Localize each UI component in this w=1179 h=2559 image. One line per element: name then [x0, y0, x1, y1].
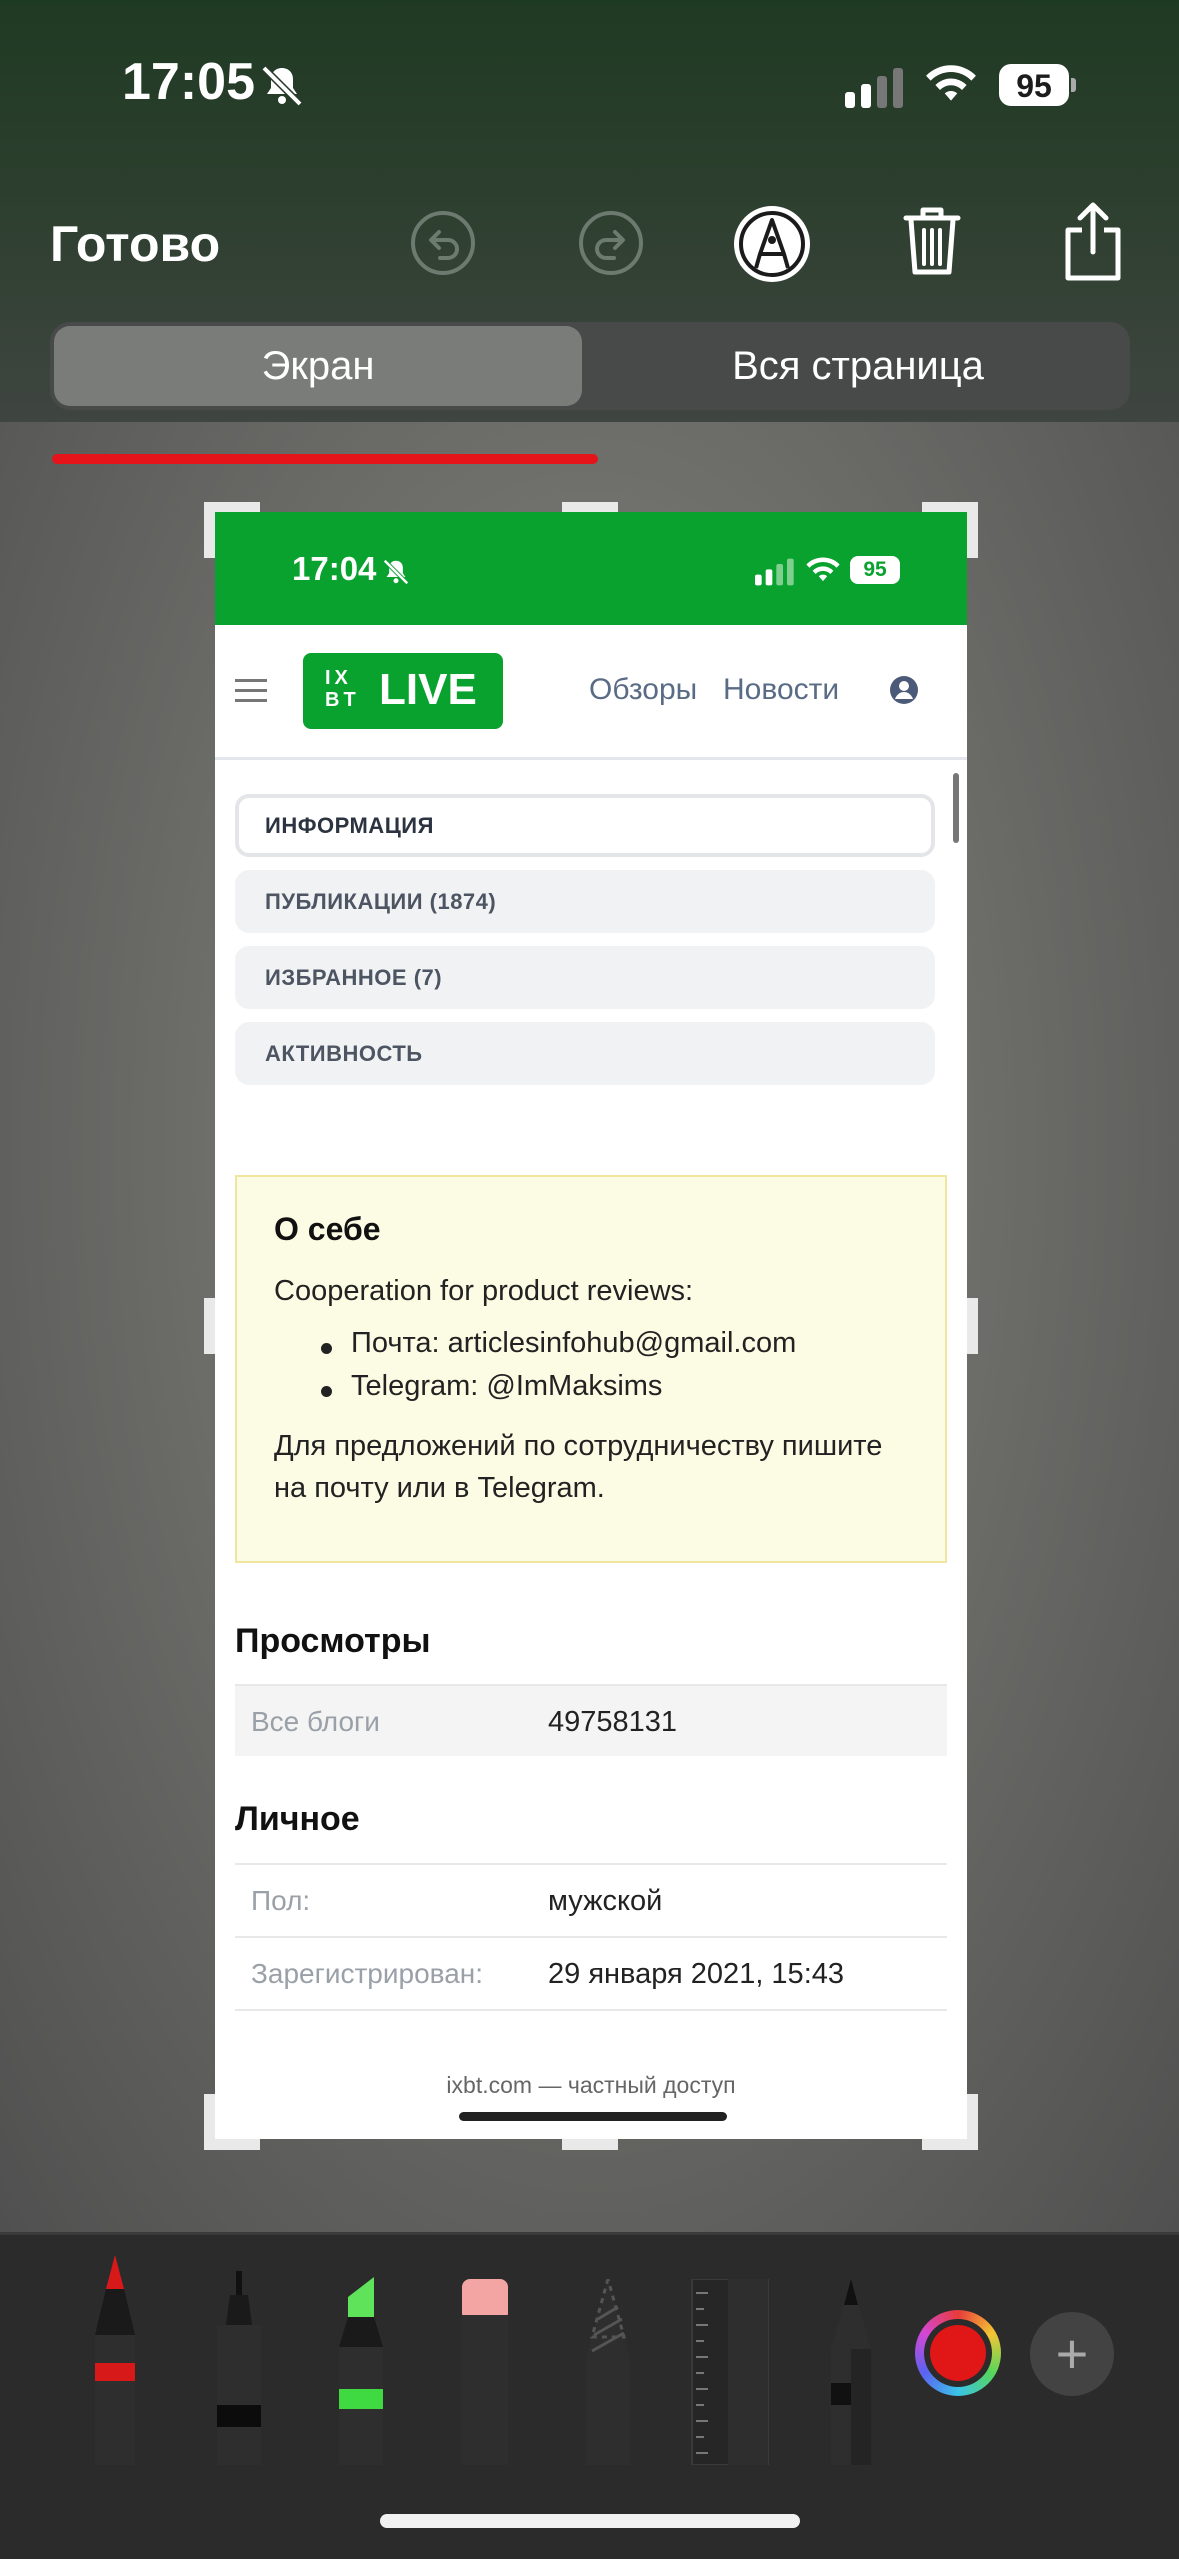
- row-value: 49758131: [548, 1706, 678, 1738]
- done-button[interactable]: Готово: [50, 215, 220, 273]
- row-value: мужской: [548, 1885, 663, 1917]
- tab-activity[interactable]: АКТИВНОСТЬ: [235, 1022, 935, 1085]
- table-row: Зарегистрирован: 29 января 2021, 15:43: [235, 1936, 947, 2008]
- user-account-icon[interactable]: [889, 675, 919, 705]
- personal-section-title: Личное: [235, 1800, 360, 1838]
- views-section-title: Просмотры: [235, 1622, 431, 1660]
- pen-tool-icon[interactable]: [86, 2245, 144, 2465]
- screenshot-preview: 17:04 95 IX BT LIVE Обзоры Новости ИНФОР…: [215, 512, 967, 2139]
- logo-ixbt-text: IX BT: [325, 667, 360, 711]
- crop-handle-bottom-right-v[interactable]: [966, 2094, 978, 2150]
- bullet-icon: [321, 1343, 332, 1354]
- fineliner-tool-icon[interactable]: [212, 2271, 266, 2465]
- table-row: Пол: мужской: [235, 1863, 947, 1935]
- selected-color-swatch: [930, 2325, 986, 2381]
- cellular-signal-icon: [845, 68, 903, 108]
- status-time: 17:05: [122, 53, 255, 111]
- tab-information[interactable]: ИНФОРМАЦИЯ: [235, 794, 935, 857]
- preview-cellular-signal-icon: [755, 558, 794, 586]
- preview-wifi-icon: [806, 557, 840, 582]
- preview-status-bar: 17:04 95: [215, 512, 967, 625]
- eraser-tool-icon[interactable]: [458, 2279, 512, 2465]
- color-picker-button[interactable]: [915, 2310, 1001, 2396]
- segment-screen[interactable]: Экран: [54, 326, 582, 406]
- add-tool-button[interactable]: +: [1030, 2312, 1114, 2396]
- crop-handle-right[interactable]: [966, 1298, 978, 1354]
- site-header: IX BT LIVE Обзоры Новости: [215, 625, 967, 843]
- scrollbar[interactable]: [953, 773, 959, 843]
- undo-icon[interactable]: [410, 210, 476, 276]
- row-value: 29 января 2021, 15:43: [548, 1958, 845, 1990]
- about-intro: Cooperation for product reviews:: [274, 1275, 694, 1307]
- markup-pen-icon[interactable]: [732, 204, 812, 284]
- bell-muted-icon: [261, 65, 303, 107]
- nav-news-link[interactable]: Новости: [723, 673, 839, 707]
- row-label: Все блоги: [251, 1706, 380, 1737]
- battery-level: 95: [1016, 68, 1052, 104]
- lasso-tool-icon[interactable]: [580, 2279, 636, 2465]
- pencil-tool-icon[interactable]: [826, 2279, 876, 2465]
- red-ink-stroke: [52, 454, 598, 464]
- hamburger-menu-icon[interactable]: [235, 678, 267, 704]
- preview-battery-icon: 95: [850, 556, 900, 584]
- row-label: Зарегистрирован:: [251, 1958, 484, 1989]
- preview-home-indicator: [459, 2112, 727, 2121]
- home-indicator: [380, 2514, 800, 2528]
- markup-tools-panel: +: [0, 2232, 1179, 2559]
- segment-full-page[interactable]: Вся страница: [590, 326, 1126, 406]
- table-row: Все блоги 49758131: [235, 1684, 947, 1756]
- footer-text: ixbt.com — частный доступ: [446, 2072, 736, 2098]
- capture-mode-segmented-control: Экран Вся страница: [50, 322, 1130, 410]
- trash-icon[interactable]: [902, 204, 962, 278]
- nav-reviews-link[interactable]: Обзоры: [589, 673, 697, 707]
- about-box: О себе Cooperation for product reviews: …: [235, 1175, 947, 1563]
- redo-icon[interactable]: [578, 210, 644, 276]
- crop-handle-bottom[interactable]: [562, 2138, 618, 2150]
- tab-publications[interactable]: ПУБЛИКАЦИИ (1874): [235, 870, 935, 933]
- preview-bell-muted-icon: [383, 559, 409, 585]
- bullet-icon: [321, 1386, 332, 1397]
- about-note: Для предложений по сотрудничеству пишите…: [274, 1430, 883, 1504]
- ixbt-live-logo[interactable]: IX BT LIVE: [303, 653, 503, 729]
- wifi-icon: [926, 65, 976, 101]
- preview-footer: ixbt.com — частный доступ: [215, 2042, 967, 2139]
- ruler-tool-icon[interactable]: [688, 2279, 772, 2465]
- preview-status-time: 17:04: [292, 550, 377, 587]
- row-label: Пол:: [251, 1885, 311, 1916]
- logo-live-text: LIVE: [379, 665, 477, 714]
- highlighter-tool-icon[interactable]: [334, 2277, 388, 2465]
- share-icon[interactable]: [1062, 200, 1124, 282]
- crop-handle-top-right-v[interactable]: [966, 502, 978, 558]
- battery-icon: 95: [999, 64, 1076, 108]
- tab-favorites[interactable]: ИЗБРАННОЕ (7): [235, 946, 935, 1009]
- about-telegram-item: Telegram: @ImMaksims: [351, 1370, 663, 1402]
- about-title: О себе: [274, 1211, 381, 1247]
- about-email-item: Почта: articlesinfohub@gmail.com: [351, 1327, 797, 1359]
